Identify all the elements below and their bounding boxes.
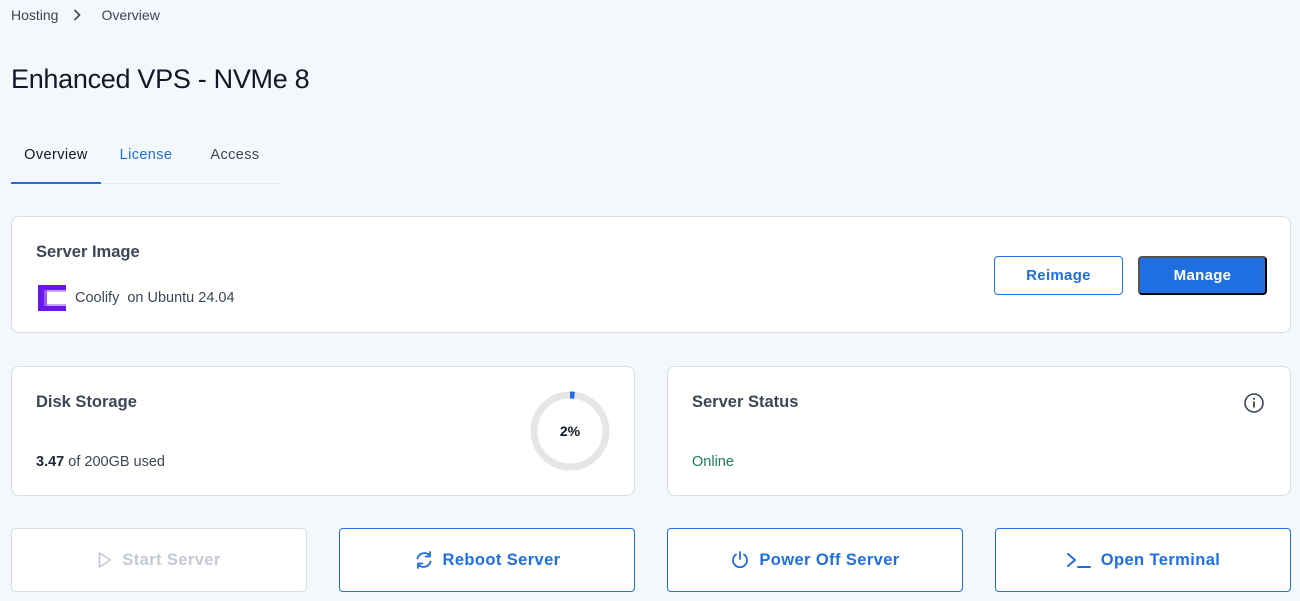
reimage-button[interactable]: Reimage: [994, 256, 1123, 295]
tab-bar: Overview License Access: [11, 138, 279, 184]
play-icon: [97, 551, 113, 569]
info-icon[interactable]: [1243, 392, 1265, 414]
server-image-card: Server Image Coolify on Ubuntu 24.04 Rei…: [11, 216, 1291, 333]
chevron-right-icon: [73, 9, 82, 21]
open-terminal-button[interactable]: Open Terminal: [995, 528, 1291, 592]
server-status-value: Online: [692, 454, 734, 470]
breadcrumb-current: Overview: [101, 7, 160, 23]
breadcrumb-hosting-link[interactable]: Hosting: [11, 7, 58, 23]
terminal-icon: [1066, 550, 1092, 570]
server-status-title: Server Status: [692, 393, 799, 411]
open-terminal-label: Open Terminal: [1100, 550, 1221, 569]
power-off-server-button[interactable]: Power Off Server: [667, 528, 963, 592]
coolify-logo-icon: [36, 283, 68, 313]
breadcrumb: Hosting Overview: [11, 7, 160, 23]
power-off-server-label: Power Off Server: [759, 550, 900, 569]
server-image-os: on Ubuntu 24.04: [127, 290, 235, 306]
server-image-app-name: Coolify: [75, 290, 120, 306]
page-title: Enhanced VPS - NVMe 8: [11, 64, 310, 94]
power-icon: [730, 550, 750, 570]
disk-total-text: of 200GB used: [68, 454, 166, 470]
server-image-info: Coolify on Ubuntu 24.04: [36, 283, 235, 313]
reboot-server-label: Reboot Server: [442, 550, 561, 569]
disk-usage-text: 3.47 of 200GB used: [36, 454, 165, 470]
tab-overview[interactable]: Overview: [11, 138, 101, 184]
manage-button[interactable]: Manage: [1138, 256, 1267, 295]
server-image-title: Server Image: [36, 243, 140, 261]
disk-storage-title: Disk Storage: [36, 393, 137, 411]
start-server-button[interactable]: Start Server: [11, 528, 307, 592]
tab-license[interactable]: License: [101, 138, 191, 184]
reboot-server-button[interactable]: Reboot Server: [339, 528, 635, 592]
refresh-icon: [414, 550, 434, 570]
disk-storage-card: Disk Storage 3.47 of 200GB used 2%: [11, 366, 635, 496]
disk-usage-percent: 2%: [559, 423, 581, 439]
start-server-label: Start Server: [122, 550, 221, 569]
disk-used-value: 3.47: [36, 454, 65, 470]
tab-access[interactable]: Access: [191, 138, 279, 184]
server-status-card: Server Status Online: [667, 366, 1291, 496]
